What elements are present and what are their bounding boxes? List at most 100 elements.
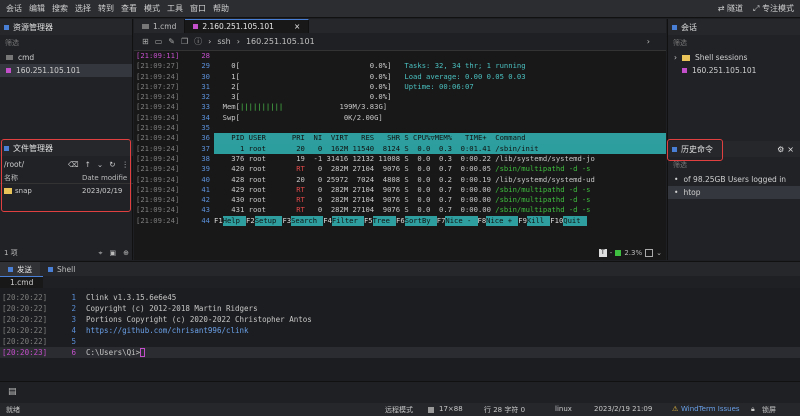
close-icon[interactable]: × [294, 22, 300, 31]
list-icon[interactable]: ▤ [8, 387, 17, 397]
location-icon[interactable]: ⌖ [99, 249, 103, 258]
shell-subtabs: 1.cmd [0, 276, 800, 288]
menu-item[interactable]: 模式 [144, 3, 160, 14]
folder-icon[interactable]: ▭ [155, 37, 163, 46]
line-text[interactable]: https://github.com/chrisant996/clink [86, 325, 249, 336]
menu-item[interactable]: 转到 [98, 3, 114, 14]
menu-item[interactable]: 帮助 [213, 3, 229, 14]
terminal-line: [21:09:24] 33 Mem[|||||||||| 199M/3.83G] [134, 102, 666, 112]
terminal-icon: T [598, 249, 607, 257]
tunnel-button[interactable]: ⇄ 隧道 [718, 3, 743, 14]
line-text: 2[ 0.0%] Uptime: 00:06:07 [214, 81, 474, 91]
terminal-line: [21:09:24] 42 430 root RT 0 282M 27104 90… [134, 195, 666, 205]
add-icon[interactable]: ⊕ [123, 249, 129, 258]
line-text: 376 root 19 -1 31416 12132 11008 S 0.0 0… [214, 153, 595, 163]
history-item[interactable]: • of 98.25GB Users logged in [668, 173, 800, 186]
terminal-line: [21:07:27] 31 2[ 0.0%] Uptime: 00:06:07 [134, 82, 666, 92]
line-text: Clink v1.3.15.6e6e45 [86, 293, 177, 302]
cpu-indicator [615, 250, 622, 256]
key-action[interactable]: Setup [254, 215, 283, 227]
menu-item[interactable]: 选择 [75, 3, 91, 14]
address-bar[interactable]: › ssh › 160.251.105.101 › [208, 36, 650, 48]
menu-item[interactable]: 编辑 [29, 3, 45, 14]
tab-ssh[interactable]: 2.160.251.105.101 × [185, 19, 310, 33]
check-icon[interactable] [645, 249, 654, 257]
terminal-output[interactable]: [21:09:11] 28 [21:09:27] 29 0[ 0.0%] Tasks:… [134, 51, 666, 227]
session-group-label: Shell sessions [695, 53, 748, 62]
key-action[interactable]: Filter [331, 215, 364, 227]
timestamp: [21:09:24] [136, 112, 180, 122]
timestamp: [20:20:22] [2, 337, 48, 346]
timestamp: [21:09:24] [136, 184, 180, 194]
status-mode[interactable]: 远程模式 [385, 405, 413, 415]
bullet-icon: • [674, 188, 679, 197]
explorer-filter[interactable]: 筛选 [0, 35, 132, 51]
cpu-label: - [609, 249, 613, 257]
subtab-cmd[interactable]: 1.cmd [0, 276, 44, 288]
shell-line: [20:20:22] 1 Clink v1.3.15.6e6e45 [0, 292, 800, 303]
line-number: 5 [71, 337, 76, 346]
lock-label[interactable]: 锁屏 [762, 405, 776, 415]
item-count: 1 项 [4, 249, 18, 257]
explorer-item-cmd[interactable]: cmd [0, 51, 132, 64]
line-number: 35 [201, 123, 210, 133]
key-action[interactable]: Quit [563, 215, 587, 227]
tab-shell[interactable]: Shell [40, 262, 83, 276]
menu-item[interactable]: 工具 [167, 3, 183, 14]
line-number: 37 [201, 143, 210, 153]
menu-item[interactable]: 会话 [6, 3, 22, 14]
explorer-title-bar: 资源管理器 [0, 19, 132, 35]
new-session-icon[interactable]: ⊞ [142, 37, 149, 46]
terminal-line: [21:09:11] 28 [134, 51, 666, 61]
tab-send[interactable]: 发送 [0, 262, 40, 276]
timestamp: [21:09:24] [136, 143, 180, 153]
key-action[interactable]: Nice - [445, 215, 478, 227]
host-label: 160.251.105.101 [245, 37, 315, 46]
chevron-right-icon: › [674, 53, 677, 62]
chevron-right-icon[interactable]: › [647, 37, 650, 46]
highlight-box-history [667, 139, 723, 161]
timestamp: [21:09:24] [136, 123, 180, 133]
key-action[interactable]: Search [291, 215, 324, 227]
key-action[interactable]: SortBy [404, 215, 437, 227]
terminal-line: [21:09:24] 34 Swp[ 0K/2.00G] [134, 113, 666, 123]
history-item[interactable]: • htop [668, 186, 800, 199]
focus-button[interactable]: ⤢ 专注模式 [753, 3, 794, 14]
key-action[interactable]: Nice + [486, 215, 519, 227]
focus-label: 专注模式 [762, 4, 794, 13]
edit-icon[interactable]: ✎ [168, 37, 175, 46]
info-icon[interactable]: ⓘ [194, 36, 202, 47]
key-label: F8 [477, 215, 487, 225]
menu-item[interactable]: 搜索 [52, 3, 68, 14]
key-label: F9 [518, 215, 527, 225]
session-title: 会话 [681, 22, 697, 32]
status-datetime: 2023/2/19 21:09 [594, 405, 653, 413]
line-text: 420 root RT 0 282M 27104 9076 S 0.0 0.7 … [214, 164, 591, 174]
copy-icon[interactable]: ❐ [181, 37, 188, 46]
session-group[interactable]: › Shell sessions [668, 51, 800, 64]
line-number: 36 [201, 133, 210, 143]
menu-bar: 会话 编辑 搜索 选择 转到 查看 模式 工具 窗口 帮助 ⇄ 隧道 ⤢ 专注模式 [0, 0, 800, 18]
line-text: 1 root 20 0 162M 11540 8124 S 0.0 0.3 0:… [214, 143, 666, 154]
menu-item[interactable]: 查看 [121, 3, 137, 14]
line-text: 3[ 0.0%] [214, 92, 392, 102]
image-icon[interactable]: ▣ [110, 249, 117, 258]
line-number: 31 [201, 81, 210, 91]
key-action[interactable]: Kill [526, 215, 551, 227]
function-keys: F1Help F2Setup F3Search F4Filter F5Tree F6Sor… [214, 215, 666, 227]
key-action[interactable]: Tree [372, 215, 396, 227]
session-item[interactable]: 160.251.105.101 [668, 64, 800, 77]
tab-cmd[interactable]: 1.cmd [134, 19, 186, 33]
lock-icon[interactable]: 🔒︎ [751, 405, 755, 414]
send-input-bar[interactable]: ▤ [0, 381, 800, 403]
shell-output[interactable]: [20:20:22] 1 Clink v1.3.15.6e6e45 [20:20:22… [0, 288, 800, 358]
issues-link[interactable]: WindTerm Issues [681, 405, 740, 413]
explorer-item-host[interactable]: 160.251.105.101 [0, 64, 132, 77]
menu-item[interactable]: 窗口 [190, 3, 206, 14]
line-number: 29 [201, 61, 210, 71]
panel-actions[interactable]: ⚙× [777, 145, 800, 154]
key-action[interactable]: Help [222, 215, 247, 227]
session-filter[interactable]: 筛选 [668, 35, 800, 51]
chevron-down-icon[interactable]: ⌄ [656, 249, 662, 257]
timestamp: [21:09:24] [136, 195, 180, 205]
